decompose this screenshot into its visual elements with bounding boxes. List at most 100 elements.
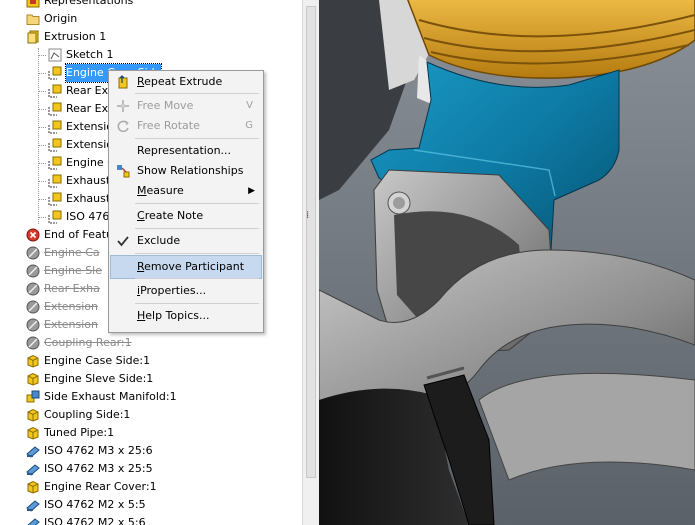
tree-connector [38,181,46,182]
panel-divider[interactable]: ⁞ [302,0,320,525]
browser-node[interactable]: Coupling Side:1 [0,406,302,424]
browser-node-label: Engine Rear Cover:1 [44,480,157,493]
collapse-icon[interactable] [6,28,16,46]
menu-item-create-note[interactable]: Create Note [111,205,261,227]
expand-icon[interactable] [6,370,16,388]
tree-connector [38,217,46,218]
browser-node[interactable]: ISO 4762 M3 x 25:5 [0,460,302,478]
engine-assembly-render [319,0,695,525]
expand-icon[interactable] [6,334,16,352]
participant-icon [48,102,62,116]
menu-item-free-rotate[interactable]: Free Rotate G [111,115,261,137]
expand-icon[interactable] [6,280,16,298]
browser-node-label: Origin [44,12,78,25]
browser-node[interactable]: Representations [0,0,302,10]
tree-connector [38,91,46,92]
expand-icon[interactable] [6,298,16,316]
browser-node-label: Side Exhaust Manifold:1 [44,390,177,403]
scrollbar-thumb[interactable] [306,6,316,478]
browser-node[interactable]: Origin [0,10,302,28]
suppressed-part-icon [26,300,40,314]
expand-icon[interactable] [6,262,16,280]
menu-item-representation[interactable]: Representation... [111,140,261,162]
expand-icon[interactable] [6,406,16,424]
browser-node[interactable]: Tuned Pipe:1 [0,424,302,442]
part-icon [26,408,40,422]
participant-icon [48,84,62,98]
menu-item-label: Representation... [137,144,232,157]
menu-item-label: Remove Participant [137,260,245,273]
suppressed-part-icon [26,318,40,332]
participant-icon [48,192,62,206]
browser-node[interactable]: Engine Sleve Side:1 [0,370,302,388]
expand-icon[interactable] [6,514,16,525]
tree-connector [38,163,46,164]
graphics-viewport[interactable] [319,0,695,525]
shortcut-label: V [246,100,253,111]
browser-node-label: Extrusion 1 [44,30,107,43]
expand-icon[interactable] [6,442,16,460]
menu-item-exclude[interactable]: Exclude [111,230,261,252]
expand-icon[interactable] [6,424,16,442]
menu-item-measure[interactable]: Measure ▶ [111,180,261,202]
menu-item-free-move[interactable]: Free Move V [111,95,261,117]
relationships-icon [116,164,130,178]
expand-icon[interactable] [6,352,16,370]
menu-item-help-topics[interactable]: Help Topics... [111,305,261,327]
menu-item-label: Show Relationships [137,164,244,177]
browser-node-label: Coupling Side:1 [44,408,131,421]
browser-node[interactable]: Engine Rear Cover:1 [0,478,302,496]
end-of-features-icon [26,228,40,242]
participant-icon [48,210,62,224]
extrusion-icon [26,30,40,44]
browser-node[interactable]: ISO 4762 M2 x 5:6 [0,514,302,525]
part-icon [26,426,40,440]
expand-icon[interactable] [6,460,16,478]
browser-node-label: ISO 4762 M3 x 25:6 [44,444,153,457]
menu-item-remove-participant[interactable]: Remove Participant [110,255,262,279]
browser-node[interactable]: Engine Case Side:1 [0,352,302,370]
menu-item-label: Measure [137,184,184,197]
representations-icon [26,0,40,8]
browser-node-label: Extension [44,318,99,331]
suppressed-part-icon [26,282,40,296]
menu-separator [135,203,259,204]
menu-item-show-relationships[interactable]: Show Relationships [111,160,261,182]
menu-item-label: Free Move [137,99,194,112]
splitter-grip-icon[interactable]: ⁞ [306,210,309,221]
browser-node-label: Rear Exha [44,282,100,295]
free-move-icon [116,99,130,113]
tree-connector [38,127,46,128]
menu-separator [135,303,259,304]
tree-connector [38,199,46,200]
browser-node-label: Engine Sle [44,264,103,277]
menu-item-label: Free Rotate [137,119,200,132]
browser-node[interactable]: ISO 4762 M3 x 25:6 [0,442,302,460]
participant-icon [48,120,62,134]
browser-node-label: Extension [44,300,99,313]
browser-node-label: ISO 4762 M3 x 25:5 [44,462,153,475]
browser-node[interactable]: Sketch 1 [0,46,302,64]
expand-icon[interactable] [6,478,16,496]
browser-node[interactable]: ISO 4762 M2 x 5:5 [0,496,302,514]
expand-icon[interactable] [6,388,16,406]
expand-icon[interactable] [6,496,16,514]
browser-node[interactable]: Side Exhaust Manifold:1 [0,388,302,406]
menu-item-iproperties[interactable]: iProperties... [111,280,261,302]
menu-item-label: Exclude [137,234,181,247]
repeat-extrude-icon [116,75,130,89]
folder-icon [26,12,40,26]
fastener-icon [26,516,40,525]
browser-node[interactable]: Coupling Rear:1 [0,334,302,352]
submenu-arrow-icon: ▶ [248,186,255,196]
expand-icon[interactable] [6,316,16,334]
browser-node-label: Engine Sleve Side:1 [44,372,154,385]
sketch-icon [48,48,62,62]
menu-item-repeat-extrude[interactable]: Repeat Extrude [111,71,261,93]
fastener-icon [26,444,40,458]
suppressed-part-icon [26,246,40,260]
expand-icon[interactable] [6,244,16,262]
browser-node[interactable]: Extrusion 1 [0,28,302,46]
menu-item-label: Create Note [137,209,204,222]
shortcut-label: G [245,120,253,131]
